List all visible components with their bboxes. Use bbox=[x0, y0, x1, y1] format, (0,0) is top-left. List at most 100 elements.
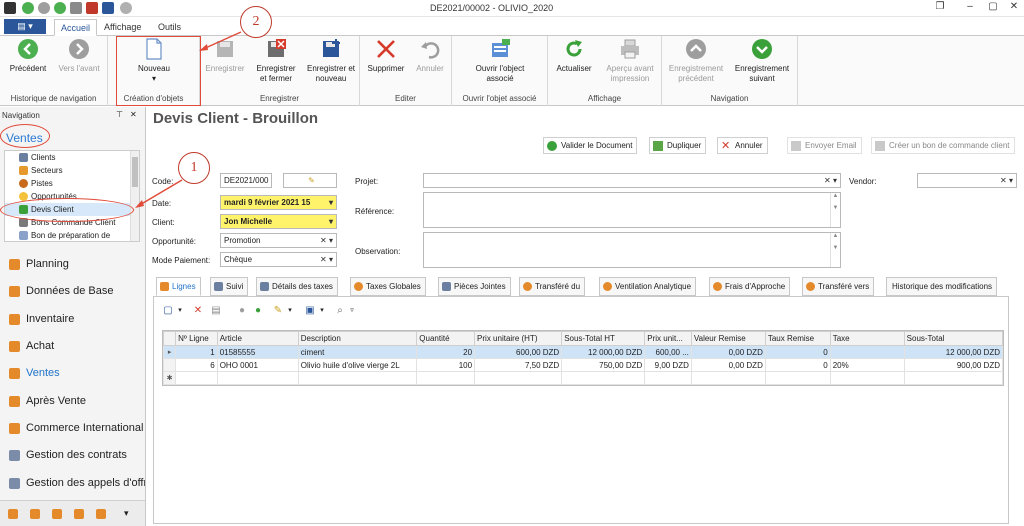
tab-taxes-globales[interactable]: Taxes Globales bbox=[350, 277, 426, 296]
grid-cell[interactable] bbox=[829, 345, 905, 359]
cancel-button[interactable]: ✕ Annuler bbox=[717, 137, 768, 154]
edit-code-button[interactable]: ✎ bbox=[283, 173, 337, 188]
dropdown-arrow-icon[interactable]: ▾ bbox=[329, 215, 333, 228]
undo-button[interactable]: Annuler bbox=[410, 38, 450, 74]
module-shortcut-icon[interactable] bbox=[52, 509, 62, 519]
export-icon[interactable]: ▣ bbox=[304, 305, 316, 317]
column-header[interactable]: Nº Ligne bbox=[175, 331, 218, 346]
pin-icon[interactable]: ⊤ bbox=[116, 110, 123, 119]
opportunite-field[interactable]: Promotion ✕ ▾ bbox=[220, 233, 337, 248]
forward-icon[interactable] bbox=[38, 2, 50, 14]
save-new-icon[interactable] bbox=[102, 2, 114, 14]
chevron-down-icon[interactable]: ▿ bbox=[346, 305, 358, 317]
grid-cell[interactable]: 600,00 DZD bbox=[474, 345, 563, 359]
chevron-down-icon[interactable]: ▾ bbox=[124, 508, 129, 519]
nav-module-apres-vente[interactable]: Après Vente bbox=[0, 388, 145, 415]
search-icon[interactable]: ⌕ bbox=[334, 305, 346, 317]
nav-module-appels-offres[interactable]: Gestion des appels d'offr bbox=[0, 470, 145, 497]
nav-module-commerce-international[interactable]: Commerce International bbox=[0, 415, 145, 442]
delete-line-icon[interactable]: ✕ bbox=[192, 305, 204, 317]
close-pane-icon[interactable]: ✕ bbox=[130, 110, 137, 119]
send-email-button[interactable]: Envoyer Email bbox=[787, 137, 862, 154]
grid-cell[interactable]: 900,00 DZD bbox=[903, 358, 1004, 372]
restore-icon[interactable]: ❐ bbox=[932, 1, 948, 15]
tab-affichage[interactable]: Affichage bbox=[98, 19, 147, 36]
grid-cell[interactable]: OHO 0001 bbox=[216, 358, 299, 372]
tab-ventilation-analytique[interactable]: Ventilation Analytique bbox=[599, 277, 697, 296]
copy-line-icon[interactable]: ▤ bbox=[210, 305, 222, 317]
refresh-icon[interactable] bbox=[54, 2, 66, 14]
grid-cell[interactable]: 6 bbox=[175, 358, 218, 372]
tree-item-pistes[interactable]: Pistes bbox=[5, 177, 130, 190]
tab-transfere-du[interactable]: Transféré du bbox=[519, 277, 586, 296]
back-icon[interactable] bbox=[22, 2, 34, 14]
chevron-down-icon[interactable]: ▾ bbox=[284, 305, 296, 317]
code-field[interactable]: DE2021/000 bbox=[220, 173, 272, 188]
validate-document-button[interactable]: Valider le Document bbox=[543, 137, 638, 154]
save-close-button[interactable]: Enregistrer et fermer bbox=[252, 38, 300, 84]
tab-transfere-vers[interactable]: Transféré vers bbox=[802, 277, 875, 296]
grid-cell[interactable]: 600,00 ... bbox=[644, 345, 692, 359]
column-header[interactable]: Sous-Total bbox=[903, 331, 1004, 346]
nav-module-inventaire[interactable]: Inventaire bbox=[0, 306, 145, 333]
column-header[interactable]: Prix unit... bbox=[644, 331, 692, 346]
new-row[interactable]: ✱ bbox=[162, 371, 1004, 385]
tab-frais-approche[interactable]: Frais d'Approche bbox=[709, 277, 791, 296]
module-shortcut-icon[interactable] bbox=[30, 509, 40, 519]
column-header[interactable]: Sous-Total HT bbox=[561, 331, 646, 346]
observation-field[interactable]: ▲ ▼ bbox=[423, 232, 841, 268]
new-line-icon[interactable]: ▢ bbox=[162, 305, 174, 317]
column-header[interactable]: Description bbox=[297, 331, 418, 346]
column-header[interactable]: Prix unitaire (HT) bbox=[474, 331, 563, 346]
column-header[interactable]: Quantité bbox=[416, 331, 476, 346]
previous-record-button[interactable]: Enregistrement précédent bbox=[664, 38, 728, 84]
grid-cell[interactable]: 0,00 DZD bbox=[690, 358, 766, 372]
grid-cell[interactable]: 20% bbox=[829, 358, 905, 372]
clear-dropdown-icon[interactable]: ✕ ▾ bbox=[824, 174, 837, 187]
grid-cell[interactable]: 20 bbox=[416, 345, 476, 359]
grid-cell[interactable]: 1 bbox=[175, 345, 218, 359]
grid-cell[interactable]: 0 bbox=[764, 358, 831, 372]
record-up-icon[interactable]: ● bbox=[236, 305, 248, 317]
nav-module-donnees-base[interactable]: Données de Base bbox=[0, 278, 145, 305]
module-shortcut-icon[interactable] bbox=[96, 509, 106, 519]
reference-scrollbar[interactable]: ▲ ▼ bbox=[830, 193, 840, 227]
clear-dropdown-icon[interactable]: ✕ ▾ bbox=[1000, 174, 1013, 187]
delete-button[interactable]: Supprimer bbox=[364, 38, 408, 74]
table-row[interactable]: 6 OHO 0001 Olivio huile d'olive vierge 2… bbox=[162, 358, 1004, 372]
tree-item-secteurs[interactable]: Secteurs bbox=[5, 164, 130, 177]
column-header[interactable]: Article bbox=[216, 331, 299, 346]
dropdown-arrow-icon[interactable]: ▾ bbox=[329, 196, 333, 209]
save-close-icon[interactable] bbox=[86, 2, 98, 14]
print-preview-button[interactable]: Aperçu avant impression bbox=[600, 38, 660, 84]
grid-cell[interactable]: 100 bbox=[416, 358, 476, 372]
grid-cell[interactable]: ciment bbox=[297, 345, 418, 359]
module-shortcut-icon[interactable] bbox=[74, 509, 84, 519]
clear-dropdown-icon[interactable]: ✕ ▾ bbox=[320, 234, 333, 247]
grid-cell[interactable]: 01585555 bbox=[216, 345, 299, 359]
table-row[interactable]: ▸ 1 01585555 ciment 20 600,00 DZD 12 000… bbox=[162, 345, 1004, 359]
save-new-button[interactable]: Enregistrer et nouveau bbox=[304, 38, 358, 84]
maximize-icon[interactable]: ▢ bbox=[985, 1, 1001, 15]
nav-module-planning[interactable]: Planning bbox=[0, 251, 145, 278]
nav-module-gestion-contrats[interactable]: Gestion des contrats bbox=[0, 442, 145, 469]
previous-button[interactable]: Précédent bbox=[6, 38, 50, 74]
date-field[interactable]: mardi 9 février 2021 15 ▾ bbox=[220, 195, 337, 210]
forward-button[interactable]: Vers l'avant bbox=[54, 38, 104, 74]
chevron-down-icon[interactable]: ▾ bbox=[174, 305, 186, 317]
save-icon[interactable] bbox=[70, 2, 82, 14]
reference-field[interactable]: ▲ ▼ bbox=[423, 192, 841, 228]
tab-pieces-jointes[interactable]: Pièces Jointes bbox=[438, 277, 511, 296]
vendor-field[interactable]: ✕ ▾ bbox=[917, 173, 1017, 188]
close-icon[interactable]: ✕ bbox=[1006, 1, 1022, 15]
tree-item-clients[interactable]: Clients bbox=[5, 151, 130, 164]
record-down-icon[interactable]: ● bbox=[252, 305, 264, 317]
tab-suivi[interactable]: Suivi bbox=[210, 277, 249, 296]
minimize-icon[interactable]: – bbox=[962, 1, 978, 15]
tab-outils[interactable]: Outils bbox=[152, 19, 187, 36]
module-shortcut-icon[interactable] bbox=[8, 509, 18, 519]
tools-icon[interactable]: ✎ bbox=[272, 305, 284, 317]
undo-icon[interactable] bbox=[120, 2, 132, 14]
create-order-button[interactable]: Créer un bon de commande client bbox=[871, 137, 1015, 154]
grid-cell[interactable]: 750,00 DZD bbox=[561, 358, 646, 372]
